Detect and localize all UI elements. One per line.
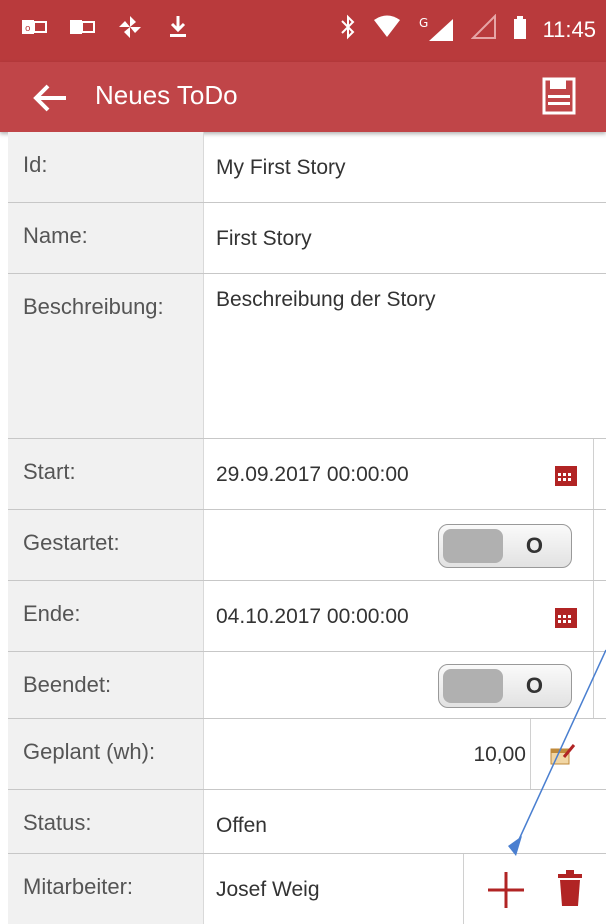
annotation-arrow (508, 649, 606, 856)
